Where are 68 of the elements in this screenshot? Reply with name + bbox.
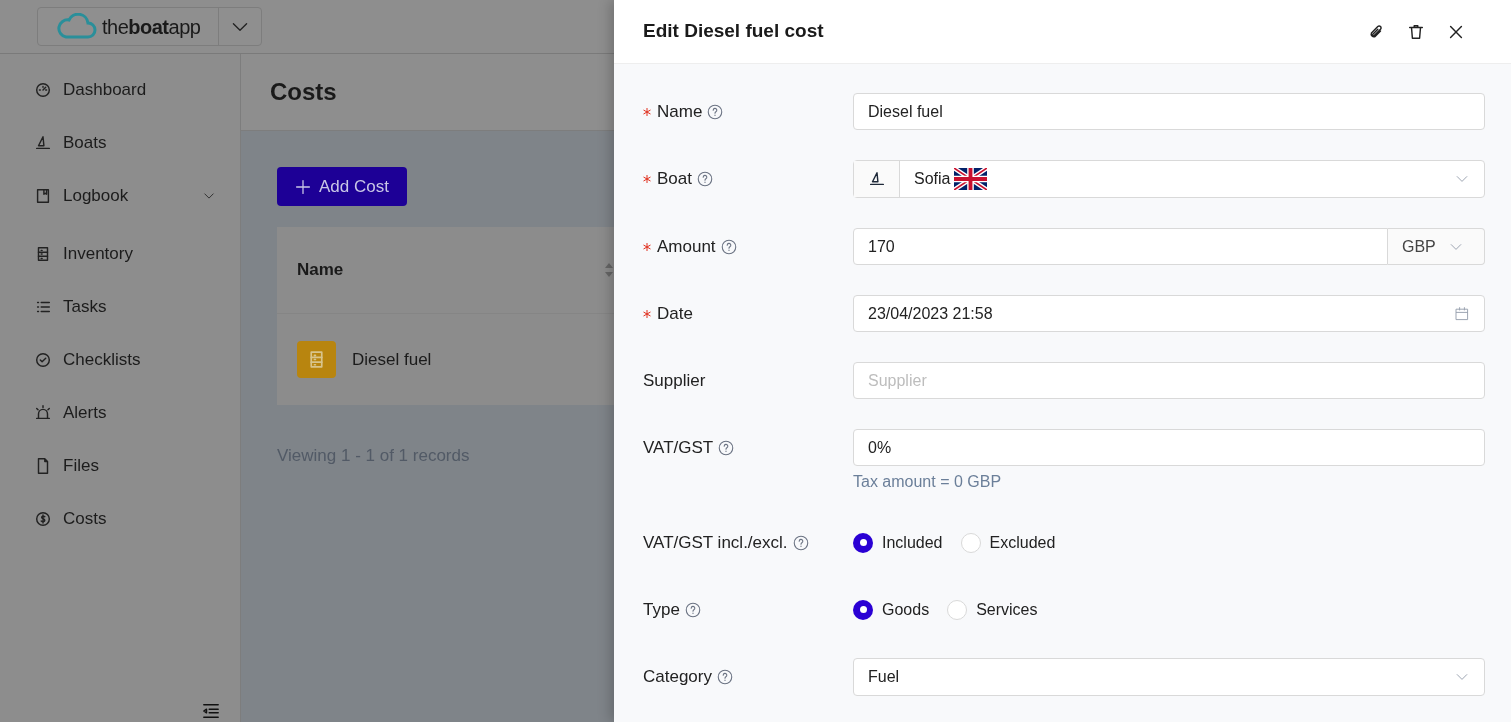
sidebar-item[interactable]: Files xyxy=(34,439,216,492)
boat-select[interactable]: Sofia xyxy=(853,160,1485,198)
radio-button[interactable] xyxy=(947,599,968,620)
gauge-icon xyxy=(34,80,52,99)
radio-button[interactable] xyxy=(960,532,981,553)
plus-icon xyxy=(295,178,311,195)
add-cost-button[interactable]: Add Cost xyxy=(277,167,407,206)
required-asterisk-icon xyxy=(643,242,651,251)
sidebar-item[interactable]: Tasks xyxy=(34,280,216,333)
field-label: Date xyxy=(657,302,693,325)
field-label: VAT/GST incl./excl. xyxy=(643,531,788,554)
drawer-title: Edit Diesel fuel cost xyxy=(643,19,824,44)
field-label: Name xyxy=(657,100,703,123)
radio-option[interactable]: Excluded xyxy=(960,530,1056,555)
radio-option[interactable]: Included xyxy=(853,530,943,555)
dollar-circle-icon xyxy=(34,509,52,528)
text-input[interactable]: 0% xyxy=(853,429,1485,466)
check-circle-icon xyxy=(34,350,52,369)
field-label: VAT/GST xyxy=(643,436,714,459)
help-icon xyxy=(791,533,810,552)
required-asterisk-icon xyxy=(643,107,651,116)
sidebar-item[interactable]: Dashboard xyxy=(34,63,216,116)
sidebar-item[interactable]: Costs xyxy=(34,492,216,545)
help-icon xyxy=(696,169,714,188)
sidebar-item[interactable]: Boats xyxy=(34,116,216,169)
collapse-menu-icon xyxy=(200,702,222,720)
field-label: Type xyxy=(643,598,680,621)
required-asterisk-icon xyxy=(643,309,651,318)
radio-button[interactable] xyxy=(853,532,873,553)
uk-flag-icon xyxy=(954,168,988,190)
currency-select[interactable]: GBP xyxy=(1388,228,1485,265)
app-switcher[interactable]: theboatapp xyxy=(37,7,263,46)
field-label: Amount xyxy=(657,235,716,258)
page-title: Costs xyxy=(270,77,337,107)
sailboat-icon xyxy=(34,133,52,152)
category-select[interactable]: Fuel xyxy=(853,658,1485,696)
book-icon xyxy=(34,186,52,205)
sidebar-item[interactable]: Inventory xyxy=(34,227,216,280)
table-cell-text: Diesel fuel xyxy=(352,348,432,371)
radio-option[interactable]: Services xyxy=(947,597,1038,622)
help-icon xyxy=(717,438,736,457)
tax-note: Tax amount = 0 GBP xyxy=(853,472,1003,492)
delete-button[interactable] xyxy=(1407,22,1425,41)
cabinet-icon xyxy=(297,341,336,378)
siren-icon xyxy=(34,403,52,422)
help-icon xyxy=(719,237,738,256)
text-input[interactable]: Supplier xyxy=(853,362,1485,399)
field-label: Boat xyxy=(657,167,692,190)
sidebar-item[interactable]: Checklists xyxy=(34,333,216,386)
field-label: Category xyxy=(643,665,712,688)
sailboat-icon xyxy=(867,170,886,188)
amount-input[interactable]: 170 xyxy=(853,228,1388,265)
radio-button[interactable] xyxy=(853,599,873,620)
sidebar-item[interactable]: Alerts xyxy=(34,386,216,439)
date-picker[interactable]: 23/04/2023 21:58 xyxy=(853,295,1485,332)
help-icon xyxy=(716,667,734,686)
app-logo-text: theboatapp xyxy=(102,14,201,40)
cloud-logo-icon xyxy=(56,12,98,41)
sidebar-item[interactable]: Logbook xyxy=(34,169,216,222)
help-icon xyxy=(683,600,702,619)
column-header[interactable]: Name xyxy=(297,257,344,283)
radio-option[interactable]: Goods xyxy=(853,597,930,622)
trash-icon xyxy=(1407,22,1425,41)
calendar-icon xyxy=(1454,305,1470,322)
required-asterisk-icon xyxy=(643,174,651,183)
help-icon xyxy=(706,102,725,121)
field-label: Supplier xyxy=(643,369,706,392)
text-input[interactable]: Diesel fuel xyxy=(853,93,1485,130)
